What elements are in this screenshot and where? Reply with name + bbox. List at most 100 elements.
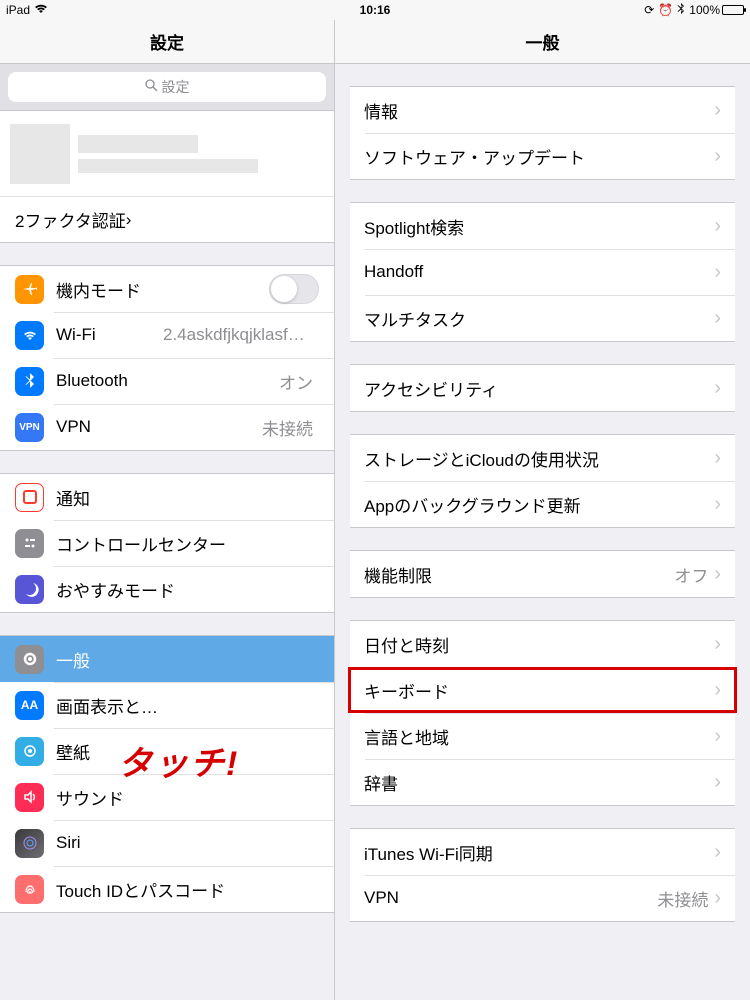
display-label: 画面表示と…	[56, 693, 319, 718]
detail-item-background-refresh[interactable]: Appのバックグラウンド更新 ›	[350, 481, 735, 527]
sounds-label: サウンド	[56, 785, 319, 810]
sounds-icon	[15, 783, 44, 812]
orientation-lock-icon: ⟳	[644, 3, 654, 17]
siri-label: Siri	[56, 833, 319, 853]
chevron-right-icon: ›	[714, 564, 721, 584]
chevron-right-icon: ›	[714, 448, 721, 468]
battery-percent: 100%	[689, 3, 720, 17]
touchid-icon	[15, 875, 44, 904]
dnd-icon	[15, 575, 44, 604]
bluetooth-label: Bluetooth	[56, 371, 279, 391]
search-input[interactable]: 設定	[8, 72, 326, 102]
control-center-icon	[15, 529, 44, 558]
status-time: 10:16	[360, 3, 391, 17]
detail-title: 一般	[335, 20, 750, 63]
search-icon	[145, 79, 158, 95]
general-label: 一般	[56, 647, 319, 672]
sidebar-item-dnd[interactable]: おやすみモード	[0, 566, 334, 612]
detail-item-storage[interactable]: ストレージとiCloudの使用状況 ›	[350, 435, 735, 481]
display-icon: AA	[15, 691, 44, 720]
detail-item-language-region[interactable]: 言語と地域 ›	[350, 713, 735, 759]
chevron-right-icon: ›	[714, 772, 721, 792]
alarm-icon: ⏰	[658, 3, 673, 17]
detail-item-restrictions[interactable]: 機能制限 オフ ›	[350, 551, 735, 597]
dnd-label: おやすみモード	[56, 577, 319, 602]
chevron-right-icon: ›	[714, 378, 721, 398]
detail-item-itunes-wifi[interactable]: iTunes Wi-Fi同期 ›	[350, 829, 735, 875]
sidebar-item-siri[interactable]: Siri	[0, 820, 334, 866]
avatar	[10, 124, 70, 184]
detail-item-software-update[interactable]: ソフトウェア・アップデート ›	[350, 133, 735, 179]
sidebar: 設定 2ファクタ認証 › 機内モード	[0, 64, 335, 1000]
status-bar: iPad 10:16 ⟳ ⏰ 100%	[0, 0, 750, 20]
sidebar-item-vpn[interactable]: VPN VPN 未接続	[0, 404, 334, 450]
sidebar-item-display[interactable]: AA 画面表示と…	[0, 682, 334, 728]
sidebar-item-control-center[interactable]: コントロールセンター	[0, 520, 334, 566]
chevron-right-icon: ›	[714, 888, 721, 908]
search-placeholder: 設定	[162, 77, 190, 97]
airplane-toggle[interactable]	[269, 274, 319, 304]
spotlight-label: Spotlight検索	[364, 214, 714, 239]
two-factor-row[interactable]: 2ファクタ認証 ›	[0, 196, 334, 242]
detail-item-multitask[interactable]: マルチタスク ›	[350, 295, 735, 341]
wifi-value: 2.4askdfjkqjklasfdlbk...	[163, 325, 313, 345]
restrictions-value: オフ	[674, 562, 708, 587]
itunes-wifi-label: iTunes Wi-Fi同期	[364, 840, 714, 865]
chevron-right-icon: ›	[714, 842, 721, 862]
detail-item-handoff[interactable]: Handoff ›	[350, 249, 735, 295]
detail-pane: 情報 › ソフトウェア・アップデート › Spotlight検索 › Hando…	[335, 64, 750, 1000]
sidebar-item-bluetooth[interactable]: Bluetooth オン	[0, 358, 334, 404]
detail-item-datetime[interactable]: 日付と時刻 ›	[350, 621, 735, 667]
storage-label: ストレージとiCloudの使用状況	[364, 446, 714, 471]
detail-item-spotlight[interactable]: Spotlight検索 ›	[350, 203, 735, 249]
bluetooth-icon	[677, 3, 685, 18]
restrictions-label: 機能制限	[364, 562, 674, 587]
sidebar-item-general[interactable]: 一般	[0, 636, 334, 682]
wallpaper-icon	[15, 737, 44, 766]
wifi-icon	[34, 3, 48, 17]
sidebar-item-wifi[interactable]: Wi-Fi 2.4askdfjkqjklasfdlbk...	[0, 312, 334, 358]
chevron-right-icon: ›	[714, 494, 721, 514]
about-label: 情報	[364, 98, 714, 123]
control-center-label: コントロールセンター	[56, 531, 319, 556]
gear-icon	[15, 645, 44, 674]
sidebar-title: 設定	[0, 20, 335, 63]
detail-item-keyboard[interactable]: キーボード ›	[350, 667, 735, 713]
sidebar-item-airplane[interactable]: 機内モード	[0, 266, 334, 312]
chevron-right-icon: ›	[714, 100, 721, 120]
chevron-right-icon: ›	[714, 262, 721, 282]
apple-id-block[interactable]: 2ファクタ認証 ›	[0, 110, 334, 243]
background-refresh-label: Appのバックグラウンド更新	[364, 492, 714, 517]
multitask-label: マルチタスク	[364, 306, 714, 331]
vpn-label: VPN	[56, 417, 262, 437]
sidebar-item-wallpaper[interactable]: 壁紙	[0, 728, 334, 774]
software-update-label: ソフトウェア・アップデート	[364, 144, 714, 169]
wifi-label: Wi-Fi	[56, 325, 163, 345]
detail-item-accessibility[interactable]: アクセシビリティ ›	[350, 365, 735, 411]
sidebar-item-notifications[interactable]: 通知	[0, 474, 334, 520]
chevron-right-icon: ›	[714, 308, 721, 328]
handoff-label: Handoff	[364, 262, 714, 282]
dictionary-label: 辞書	[364, 770, 714, 795]
datetime-label: 日付と時刻	[364, 632, 714, 657]
bluetooth-row-icon	[15, 367, 44, 396]
profile-subtitle-redacted	[78, 159, 258, 173]
detail-item-about[interactable]: 情報 ›	[350, 87, 735, 133]
sidebar-item-sounds[interactable]: サウンド	[0, 774, 334, 820]
sidebar-item-touchid[interactable]: Touch IDとパスコード	[0, 866, 334, 912]
chevron-right-icon: ›	[714, 634, 721, 654]
two-factor-label: 2ファクタ認証	[15, 207, 126, 232]
wallpaper-label: 壁紙	[56, 739, 319, 764]
language-region-label: 言語と地域	[364, 724, 714, 749]
vpn-value: 未接続	[262, 415, 313, 440]
bluetooth-value: オン	[279, 369, 313, 394]
detail-item-dictionary[interactable]: 辞書 ›	[350, 759, 735, 805]
notifications-label: 通知	[56, 485, 319, 510]
siri-icon	[15, 829, 44, 858]
detail-item-vpn[interactable]: VPN 未接続 ›	[350, 875, 735, 921]
chevron-right-icon: ›	[126, 210, 132, 230]
airplane-icon	[15, 275, 44, 304]
chevron-right-icon: ›	[714, 680, 721, 700]
detail-vpn-label: VPN	[364, 888, 657, 908]
accessibility-label: アクセシビリティ	[364, 376, 714, 401]
